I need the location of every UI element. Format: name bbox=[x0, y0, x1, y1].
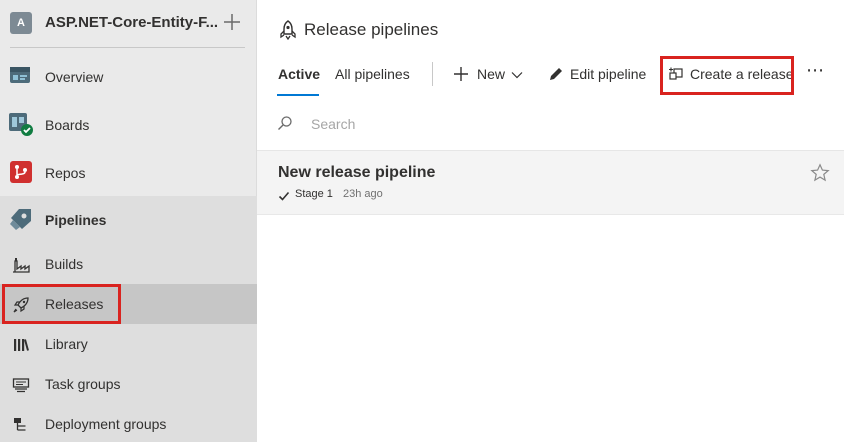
project-header[interactable]: A ASP.NET-Core-Entity-F... bbox=[0, 0, 257, 48]
sidebar-item-library[interactable]: Library bbox=[0, 324, 257, 364]
favorite-star-icon[interactable] bbox=[810, 163, 830, 183]
stage-name[interactable]: Stage 1 bbox=[295, 188, 333, 200]
sidebar-item-label: Pipelines bbox=[45, 212, 107, 228]
sidebar-item-label: Task groups bbox=[45, 376, 121, 392]
pipeline-name[interactable]: New release pipeline bbox=[278, 164, 435, 182]
last-run-time: 23h ago bbox=[343, 188, 383, 200]
create-release-icon bbox=[668, 66, 684, 82]
project-name[interactable]: ASP.NET-Core-Entity-F... bbox=[45, 14, 218, 31]
create-release-button[interactable]: Create a release bbox=[668, 58, 794, 90]
pipelines-icon bbox=[8, 206, 34, 232]
sidebar-item-releases[interactable]: Releases bbox=[0, 284, 257, 324]
boards-icon bbox=[8, 111, 34, 137]
new-button[interactable]: New bbox=[453, 58, 528, 90]
sidebar-item-task-groups[interactable]: Task groups bbox=[0, 364, 257, 404]
sidebar-item-label: Deployment groups bbox=[45, 416, 167, 432]
task-groups-icon bbox=[12, 376, 30, 394]
checkmark-icon bbox=[278, 189, 290, 201]
divider bbox=[10, 47, 245, 48]
active-tab-indicator bbox=[277, 94, 319, 96]
new-button-label: New bbox=[477, 66, 506, 82]
sidebar-item-overview[interactable]: Overview bbox=[0, 57, 257, 97]
repos-icon bbox=[8, 159, 34, 185]
edit-pipeline-button[interactable]: Edit pipeline bbox=[548, 58, 648, 90]
sidebar-item-boards[interactable]: Boards bbox=[0, 105, 257, 145]
pencil-icon bbox=[548, 66, 564, 82]
builds-icon bbox=[12, 256, 30, 274]
search-box bbox=[277, 112, 577, 136]
chevron-down-icon bbox=[511, 68, 523, 80]
pipeline-row[interactable]: New release pipeline Stage 1 23h ago bbox=[257, 151, 844, 215]
sidebar-item-label: Overview bbox=[45, 69, 104, 85]
toolbar: Active All pipelines New Edit pipeline C… bbox=[257, 56, 844, 96]
sidebar-item-deployment-groups[interactable]: Deployment groups bbox=[0, 404, 257, 442]
sidebar-item-label: Boards bbox=[45, 117, 90, 133]
search-icon bbox=[277, 115, 293, 131]
more-actions-icon[interactable]: ⋯ bbox=[806, 60, 825, 92]
sidebar-item-builds[interactable]: Builds bbox=[0, 244, 257, 284]
search-input[interactable] bbox=[311, 112, 561, 136]
sidebar-item-label: Library bbox=[45, 336, 88, 352]
sidebar-item-label: Builds bbox=[45, 256, 84, 272]
plus-icon[interactable] bbox=[222, 12, 242, 32]
sidebar-item-label: Repos bbox=[45, 165, 86, 181]
deployment-groups-icon bbox=[12, 416, 30, 434]
plus-icon bbox=[453, 66, 469, 82]
library-icon bbox=[12, 336, 30, 354]
rocket-icon bbox=[279, 20, 297, 41]
tab-all-pipelines[interactable]: All pipelines bbox=[335, 66, 410, 82]
project-avatar: A bbox=[10, 12, 32, 34]
sidebar-item-pipelines[interactable]: Pipelines bbox=[0, 196, 257, 244]
sidebar-item-label: Releases bbox=[45, 296, 104, 312]
main-content: Release pipelines Active All pipelines N… bbox=[257, 0, 844, 442]
releases-rocket-icon bbox=[12, 296, 30, 314]
left-navigation: A ASP.NET-Core-Entity-F... Overview Boar… bbox=[0, 0, 257, 442]
overview-icon bbox=[8, 63, 34, 89]
edit-pipeline-label: Edit pipeline bbox=[570, 66, 647, 82]
sidebar-item-repos[interactable]: Repos bbox=[0, 153, 257, 193]
tab-active[interactable]: Active bbox=[278, 66, 320, 82]
toolbar-separator bbox=[432, 62, 433, 86]
create-release-label: Create a release bbox=[690, 66, 794, 82]
page-title-text: Release pipelines bbox=[304, 20, 439, 39]
